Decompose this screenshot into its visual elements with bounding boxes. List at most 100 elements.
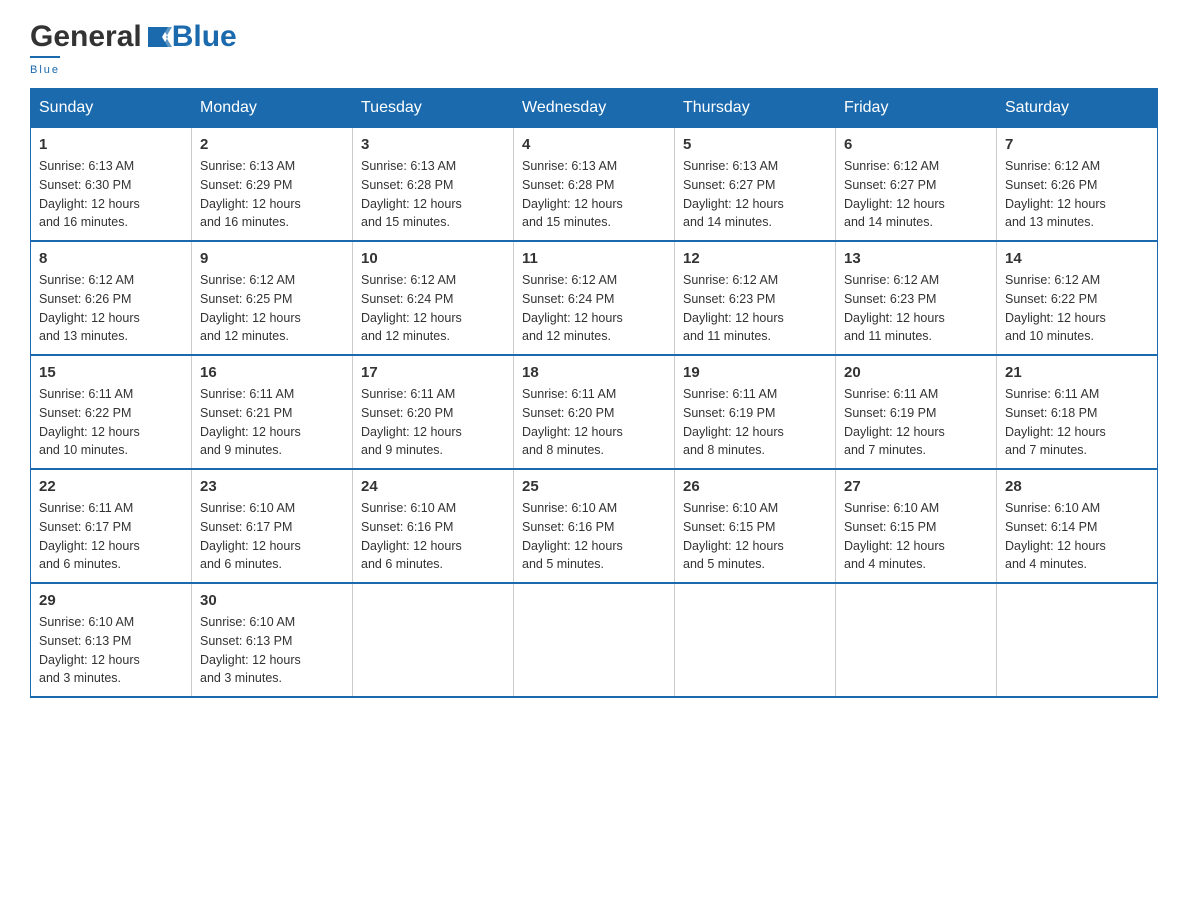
- day-number: 14: [1005, 250, 1149, 267]
- logo-blue-text: Blue: [172, 20, 237, 54]
- calendar-cell: 4 Sunrise: 6:13 AM Sunset: 6:28 PM Dayli…: [514, 128, 675, 242]
- logo: General Blue Blue: [30, 20, 237, 78]
- day-info: Sunrise: 6:12 AM Sunset: 6:23 PM Dayligh…: [844, 271, 988, 346]
- week-row-1: 1 Sunrise: 6:13 AM Sunset: 6:30 PM Dayli…: [31, 128, 1158, 242]
- day-info: Sunrise: 6:12 AM Sunset: 6:24 PM Dayligh…: [522, 271, 666, 346]
- calendar-cell: 18 Sunrise: 6:11 AM Sunset: 6:20 PM Dayl…: [514, 355, 675, 469]
- day-number: 5: [683, 136, 827, 153]
- calendar-cell: 19 Sunrise: 6:11 AM Sunset: 6:19 PM Dayl…: [675, 355, 836, 469]
- page-header: General Blue Blue: [30, 20, 1158, 78]
- day-info: Sunrise: 6:12 AM Sunset: 6:24 PM Dayligh…: [361, 271, 505, 346]
- calendar-cell: 28 Sunrise: 6:10 AM Sunset: 6:14 PM Dayl…: [997, 469, 1158, 583]
- day-number: 15: [39, 364, 183, 381]
- day-info: Sunrise: 6:12 AM Sunset: 6:22 PM Dayligh…: [1005, 271, 1149, 346]
- day-number: 4: [522, 136, 666, 153]
- weekday-header-row: SundayMondayTuesdayWednesdayThursdayFrid…: [31, 89, 1158, 128]
- header-friday: Friday: [836, 89, 997, 128]
- day-number: 8: [39, 250, 183, 267]
- day-info: Sunrise: 6:11 AM Sunset: 6:20 PM Dayligh…: [522, 385, 666, 460]
- calendar-cell: 27 Sunrise: 6:10 AM Sunset: 6:15 PM Dayl…: [836, 469, 997, 583]
- calendar-cell: 5 Sunrise: 6:13 AM Sunset: 6:27 PM Dayli…: [675, 128, 836, 242]
- day-info: Sunrise: 6:10 AM Sunset: 6:16 PM Dayligh…: [361, 499, 505, 574]
- day-info: Sunrise: 6:10 AM Sunset: 6:15 PM Dayligh…: [683, 499, 827, 574]
- day-info: Sunrise: 6:13 AM Sunset: 6:27 PM Dayligh…: [683, 157, 827, 232]
- day-info: Sunrise: 6:13 AM Sunset: 6:30 PM Dayligh…: [39, 157, 183, 232]
- header-monday: Monday: [192, 89, 353, 128]
- day-info: Sunrise: 6:11 AM Sunset: 6:19 PM Dayligh…: [844, 385, 988, 460]
- week-row-3: 15 Sunrise: 6:11 AM Sunset: 6:22 PM Dayl…: [31, 355, 1158, 469]
- day-number: 26: [683, 478, 827, 495]
- day-number: 21: [1005, 364, 1149, 381]
- calendar-cell: 17 Sunrise: 6:11 AM Sunset: 6:20 PM Dayl…: [353, 355, 514, 469]
- day-info: Sunrise: 6:13 AM Sunset: 6:28 PM Dayligh…: [522, 157, 666, 232]
- day-number: 13: [844, 250, 988, 267]
- day-number: 27: [844, 478, 988, 495]
- calendar-cell: 13 Sunrise: 6:12 AM Sunset: 6:23 PM Dayl…: [836, 241, 997, 355]
- day-number: 18: [522, 364, 666, 381]
- header-wednesday: Wednesday: [514, 89, 675, 128]
- day-info: Sunrise: 6:12 AM Sunset: 6:26 PM Dayligh…: [1005, 157, 1149, 232]
- day-number: 12: [683, 250, 827, 267]
- calendar-cell: 2 Sunrise: 6:13 AM Sunset: 6:29 PM Dayli…: [192, 128, 353, 242]
- header-tuesday: Tuesday: [353, 89, 514, 128]
- logo-blue-part: Blue: [144, 20, 237, 54]
- day-number: 11: [522, 250, 666, 267]
- calendar-cell: 9 Sunrise: 6:12 AM Sunset: 6:25 PM Dayli…: [192, 241, 353, 355]
- day-info: Sunrise: 6:10 AM Sunset: 6:15 PM Dayligh…: [844, 499, 988, 574]
- day-number: 30: [200, 592, 344, 609]
- calendar-cell: [514, 583, 675, 697]
- day-number: 6: [844, 136, 988, 153]
- header-saturday: Saturday: [997, 89, 1158, 128]
- day-info: Sunrise: 6:10 AM Sunset: 6:16 PM Dayligh…: [522, 499, 666, 574]
- calendar-cell: 26 Sunrise: 6:10 AM Sunset: 6:15 PM Dayl…: [675, 469, 836, 583]
- day-number: 10: [361, 250, 505, 267]
- day-info: Sunrise: 6:11 AM Sunset: 6:19 PM Dayligh…: [683, 385, 827, 460]
- day-info: Sunrise: 6:11 AM Sunset: 6:22 PM Dayligh…: [39, 385, 183, 460]
- day-info: Sunrise: 6:12 AM Sunset: 6:26 PM Dayligh…: [39, 271, 183, 346]
- day-number: 20: [844, 364, 988, 381]
- week-row-5: 29 Sunrise: 6:10 AM Sunset: 6:13 PM Dayl…: [31, 583, 1158, 697]
- calendar-cell: 15 Sunrise: 6:11 AM Sunset: 6:22 PM Dayl…: [31, 355, 192, 469]
- day-number: 19: [683, 364, 827, 381]
- day-number: 28: [1005, 478, 1149, 495]
- day-number: 3: [361, 136, 505, 153]
- day-info: Sunrise: 6:10 AM Sunset: 6:13 PM Dayligh…: [39, 613, 183, 688]
- day-info: Sunrise: 6:11 AM Sunset: 6:17 PM Dayligh…: [39, 499, 183, 574]
- calendar-cell: [353, 583, 514, 697]
- day-info: Sunrise: 6:12 AM Sunset: 6:27 PM Dayligh…: [844, 157, 988, 232]
- calendar-cell: 29 Sunrise: 6:10 AM Sunset: 6:13 PM Dayl…: [31, 583, 192, 697]
- calendar-cell: 23 Sunrise: 6:10 AM Sunset: 6:17 PM Dayl…: [192, 469, 353, 583]
- logo-general-text: General: [30, 20, 142, 54]
- day-number: 22: [39, 478, 183, 495]
- day-info: Sunrise: 6:13 AM Sunset: 6:29 PM Dayligh…: [200, 157, 344, 232]
- calendar-cell: 8 Sunrise: 6:12 AM Sunset: 6:26 PM Dayli…: [31, 241, 192, 355]
- calendar-cell: 3 Sunrise: 6:13 AM Sunset: 6:28 PM Dayli…: [353, 128, 514, 242]
- calendar-cell: 7 Sunrise: 6:12 AM Sunset: 6:26 PM Dayli…: [997, 128, 1158, 242]
- day-number: 2: [200, 136, 344, 153]
- calendar-cell: 11 Sunrise: 6:12 AM Sunset: 6:24 PM Dayl…: [514, 241, 675, 355]
- calendar-cell: 22 Sunrise: 6:11 AM Sunset: 6:17 PM Dayl…: [31, 469, 192, 583]
- day-info: Sunrise: 6:10 AM Sunset: 6:13 PM Dayligh…: [200, 613, 344, 688]
- calendar-cell: 12 Sunrise: 6:12 AM Sunset: 6:23 PM Dayl…: [675, 241, 836, 355]
- day-info: Sunrise: 6:12 AM Sunset: 6:25 PM Dayligh…: [200, 271, 344, 346]
- day-number: 25: [522, 478, 666, 495]
- day-number: 29: [39, 592, 183, 609]
- day-number: 17: [361, 364, 505, 381]
- week-row-2: 8 Sunrise: 6:12 AM Sunset: 6:26 PM Dayli…: [31, 241, 1158, 355]
- calendar-cell: [675, 583, 836, 697]
- day-info: Sunrise: 6:13 AM Sunset: 6:28 PM Dayligh…: [361, 157, 505, 232]
- header-sunday: Sunday: [31, 89, 192, 128]
- day-info: Sunrise: 6:11 AM Sunset: 6:21 PM Dayligh…: [200, 385, 344, 460]
- day-info: Sunrise: 6:10 AM Sunset: 6:17 PM Dayligh…: [200, 499, 344, 574]
- day-number: 7: [1005, 136, 1149, 153]
- calendar-cell: 14 Sunrise: 6:12 AM Sunset: 6:22 PM Dayl…: [997, 241, 1158, 355]
- day-info: Sunrise: 6:11 AM Sunset: 6:18 PM Dayligh…: [1005, 385, 1149, 460]
- logo-tagline: Blue: [30, 64, 60, 76]
- day-number: 23: [200, 478, 344, 495]
- day-info: Sunrise: 6:12 AM Sunset: 6:23 PM Dayligh…: [683, 271, 827, 346]
- calendar-cell: 24 Sunrise: 6:10 AM Sunset: 6:16 PM Dayl…: [353, 469, 514, 583]
- calendar-cell: 10 Sunrise: 6:12 AM Sunset: 6:24 PM Dayl…: [353, 241, 514, 355]
- day-number: 9: [200, 250, 344, 267]
- week-row-4: 22 Sunrise: 6:11 AM Sunset: 6:17 PM Dayl…: [31, 469, 1158, 583]
- day-info: Sunrise: 6:11 AM Sunset: 6:20 PM Dayligh…: [361, 385, 505, 460]
